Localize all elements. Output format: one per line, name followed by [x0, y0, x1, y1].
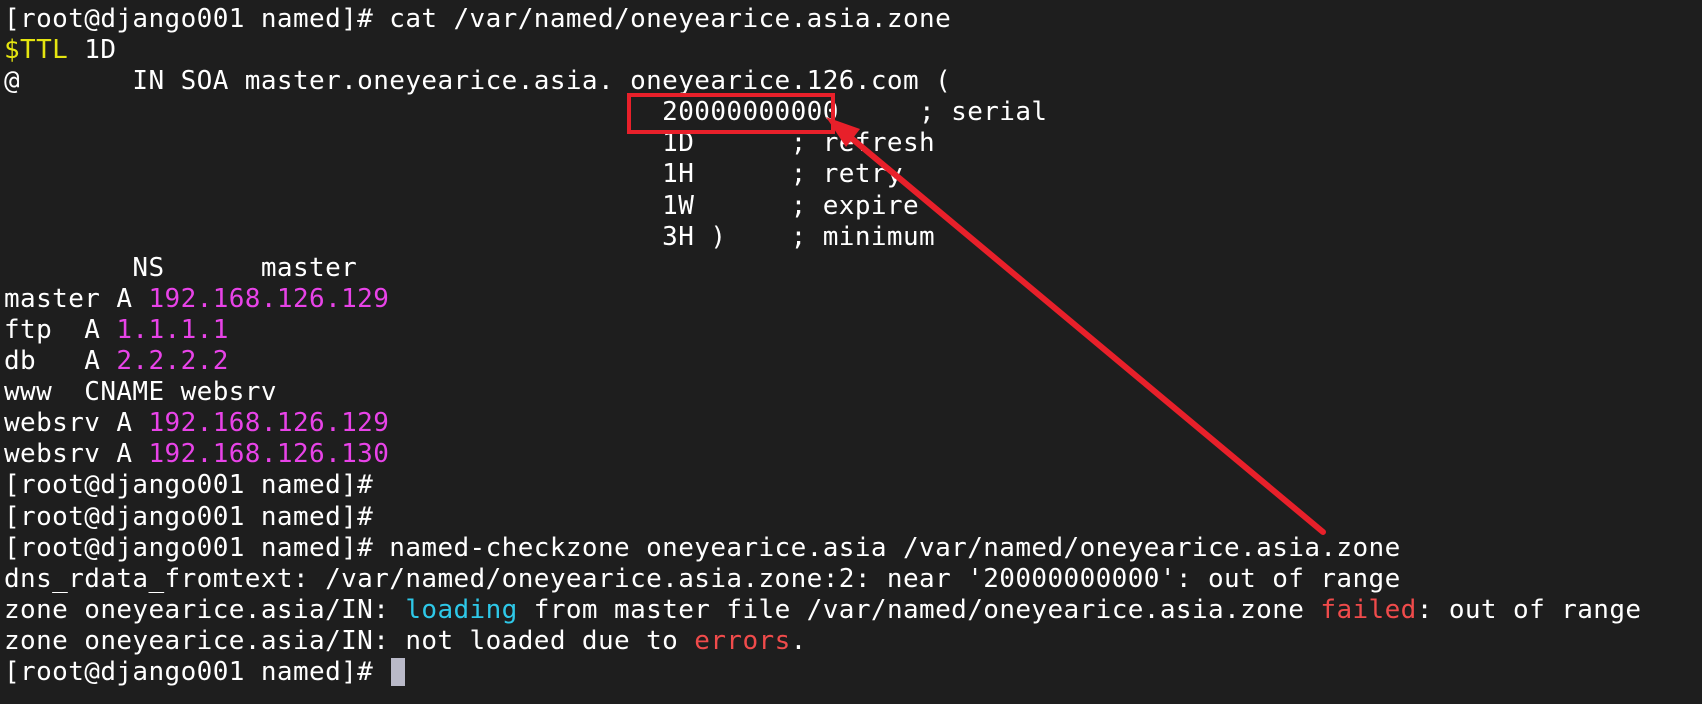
terminal-text-segment: websrv A: [4, 408, 149, 439]
terminal-line: [root@django001 named]#: [4, 502, 1641, 533]
terminal-line: 1H ; retry: [4, 159, 1641, 190]
terminal-text-segment: 192.168.126.130: [148, 439, 390, 470]
terminal-text-segment: 1W ; expire: [4, 190, 920, 221]
terminal-text-segment: from master file /var/named/oneyearice.a…: [517, 594, 1321, 625]
terminal-line: NS master: [4, 253, 1641, 284]
terminal-text-segment: 1D: [68, 35, 117, 66]
terminal-cursor: [391, 658, 406, 687]
terminal-text-segment: websrv A: [4, 439, 149, 470]
terminal-text-segment: $TTL: [4, 35, 69, 66]
terminal-output: [root@django001 named]# cat /var/named/o…: [4, 4, 1641, 688]
terminal-line: [root@django001 named]#: [4, 470, 1641, 501]
terminal-text-segment: 3H ) ; minimum: [4, 221, 936, 252]
terminal-text-segment: 1D ; refresh: [4, 128, 936, 159]
terminal-line: websrv A 192.168.126.129: [4, 408, 1641, 439]
terminal-line: 20000000000 ; serial: [4, 97, 1641, 128]
terminal-line: master A 192.168.126.129: [4, 284, 1641, 315]
terminal-text-segment: failed: [1320, 594, 1417, 625]
terminal-line: db A 2.2.2.2: [4, 346, 1641, 377]
terminal-text-segment: @ IN SOA master.oneyearice.asia. oneyear…: [4, 66, 952, 97]
terminal-line: [root@django001 named]# cat /var/named/o…: [4, 4, 1641, 35]
terminal-text-segment: zone oneyearice.asia/IN: not loaded due …: [4, 625, 695, 656]
terminal-line: ftp A 1.1.1.1: [4, 315, 1641, 346]
terminal-text-segment: .: [790, 625, 807, 656]
terminal-text-segment: : out of range: [1416, 594, 1642, 625]
terminal-line: 3H ) ; minimum: [4, 222, 1641, 253]
terminal-text-segment: 192.168.126.129: [148, 408, 390, 439]
terminal-text-segment: 20000000000 ; serial: [4, 97, 1048, 128]
terminal-window[interactable]: [root@django001 named]# cat /var/named/o…: [0, 0, 1702, 704]
terminal-line: www CNAME websrv: [4, 377, 1641, 408]
terminal-text-segment: www CNAME websrv: [4, 377, 277, 408]
terminal-text-segment: 2.2.2.2: [116, 346, 229, 377]
terminal-line: [root@django001 named]#: [4, 657, 1641, 688]
terminal-text-segment: [root@django001 named]# cat /var/named/o…: [4, 4, 952, 34]
terminal-line: 1D ; refresh: [4, 128, 1641, 159]
terminal-text-segment: ftp A: [4, 314, 117, 345]
terminal-line: zone oneyearice.asia/IN: loading from ma…: [4, 595, 1641, 626]
terminal-text-segment: dns_rdata_fromtext: /var/named/oneyearic…: [4, 563, 1401, 594]
terminal-line: websrv A 192.168.126.130: [4, 439, 1641, 470]
terminal-line: $TTL 1D: [4, 35, 1641, 66]
terminal-text-segment: [root@django001 named]#: [4, 656, 390, 687]
terminal-text-segment: loading: [405, 594, 518, 625]
terminal-text-segment: 1H ; retry: [4, 159, 903, 190]
terminal-text-segment: 1.1.1.1: [116, 314, 229, 345]
terminal-text-segment: [root@django001 named]#: [4, 470, 374, 501]
terminal-text-segment: 192.168.126.129: [148, 283, 390, 314]
terminal-text-segment: errors: [694, 625, 791, 656]
terminal-text-segment: NS master: [4, 252, 358, 283]
terminal-line: zone oneyearice.asia/IN: not loaded due …: [4, 626, 1641, 657]
terminal-line: [root@django001 named]# named-checkzone …: [4, 533, 1641, 564]
terminal-line: dns_rdata_fromtext: /var/named/oneyearic…: [4, 564, 1641, 595]
terminal-line: 1W ; expire: [4, 191, 1641, 222]
terminal-text-segment: master A: [4, 283, 149, 314]
terminal-text-segment: [root@django001 named]# named-checkzone …: [4, 532, 1401, 563]
terminal-text-segment: db A: [4, 346, 117, 377]
terminal-text-segment: [root@django001 named]#: [4, 501, 374, 532]
terminal-text-segment: zone oneyearice.asia/IN:: [4, 594, 406, 625]
terminal-line: @ IN SOA master.oneyearice.asia. oneyear…: [4, 66, 1641, 97]
